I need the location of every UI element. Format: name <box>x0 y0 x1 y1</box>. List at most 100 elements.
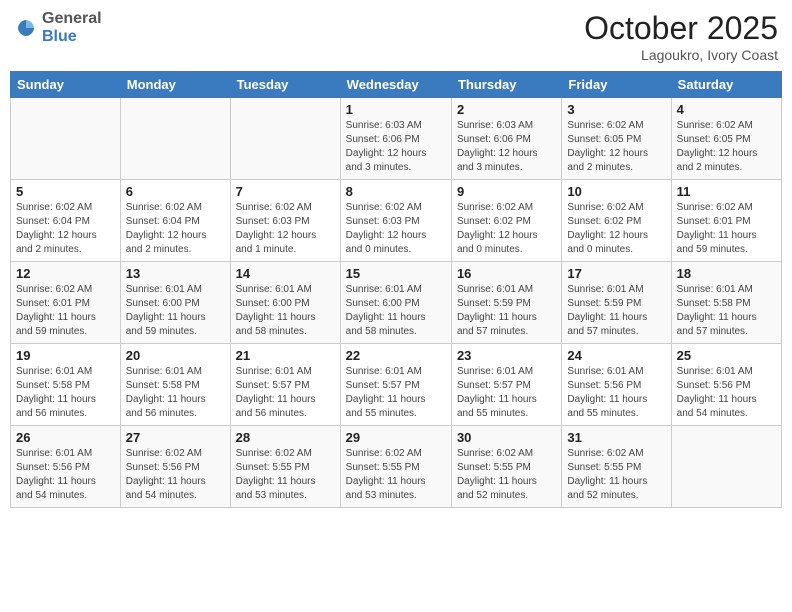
day-number: 6 <box>126 184 225 199</box>
day-number: 27 <box>126 430 225 445</box>
calendar-cell <box>671 426 781 508</box>
day-number: 19 <box>16 348 115 363</box>
day-number: 30 <box>457 430 556 445</box>
day-info: Sunrise: 6:02 AM Sunset: 6:05 PM Dayligh… <box>567 119 665 175</box>
calendar-week-row: 5 Sunrise: 6:02 AM Sunset: 6:04 PM Daylig… <box>11 180 782 262</box>
day-number: 15 <box>346 266 446 281</box>
logo: General Blue <box>14 10 102 45</box>
calendar-cell: 2 Sunrise: 6:03 AM Sunset: 6:06 PM Daylig… <box>451 98 561 180</box>
calendar-cell: 26 Sunrise: 6:01 AM Sunset: 5:56 PM Dayli… <box>11 426 121 508</box>
day-number: 18 <box>677 266 776 281</box>
weekday-header: Monday <box>120 72 230 98</box>
calendar-cell: 14Sunrise: 6:01 AM Sunset: 6:00 PM Dayli… <box>230 262 340 344</box>
day-number: 7 <box>236 184 335 199</box>
day-info: Sunrise: 6:02 AM Sunset: 6:03 PM Dayligh… <box>236 201 335 257</box>
calendar-cell: 30 Sunrise: 6:02 AM Sunset: 5:55 PM Dayli… <box>451 426 561 508</box>
calendar-cell: 20 Sunrise: 6:01 AM Sunset: 5:58 PM Dayli… <box>120 344 230 426</box>
day-number: 2 <box>457 102 556 117</box>
calendar-cell: 24 Sunrise: 6:01 AM Sunset: 5:56 PM Dayli… <box>562 344 671 426</box>
day-number: 5 <box>16 184 115 199</box>
logo-icon <box>14 16 38 40</box>
day-info: Sunrise: 6:01 AM Sunset: 5:56 PM Dayligh… <box>567 365 665 421</box>
calendar-cell: 23 Sunrise: 6:01 AM Sunset: 5:57 PM Dayli… <box>451 344 561 426</box>
day-number: 10 <box>567 184 665 199</box>
day-number: 16 <box>457 266 556 281</box>
day-info: Sunrise: 6:01 AM Sunset: 5:56 PM Dayligh… <box>16 447 115 503</box>
calendar-cell <box>120 98 230 180</box>
calendar-cell: 31 Sunrise: 6:02 AM Sunset: 5:55 PM Dayli… <box>562 426 671 508</box>
day-info: Sunrise: 6:01 AM Sunset: 5:56 PM Dayligh… <box>677 365 776 421</box>
day-info: Sunrise: 6:02 AM Sunset: 5:55 PM Dayligh… <box>457 447 556 503</box>
calendar-cell: 17 Sunrise: 6:01 AM Sunset: 5:59 PM Dayli… <box>562 262 671 344</box>
title-block: October 2025 Lagoukro, Ivory Coast <box>584 10 778 63</box>
day-number: 28 <box>236 430 335 445</box>
calendar-cell: 19 Sunrise: 6:01 AM Sunset: 5:58 PM Dayli… <box>11 344 121 426</box>
day-info: Sunrise: 6:01 AM Sunset: 5:58 PM Dayligh… <box>16 365 115 421</box>
calendar-cell: 13 Sunrise: 6:01 AM Sunset: 6:00 PM Dayli… <box>120 262 230 344</box>
weekday-header: Thursday <box>451 72 561 98</box>
day-info: Sunrise: 6:03 AM Sunset: 6:06 PM Dayligh… <box>457 119 556 175</box>
calendar-cell: 12Sunrise: 6:02 AM Sunset: 6:01 PM Dayli… <box>11 262 121 344</box>
calendar-cell: 7 Sunrise: 6:02 AM Sunset: 6:03 PM Daylig… <box>230 180 340 262</box>
day-info: Sunrise: 6:02 AM Sunset: 5:55 PM Dayligh… <box>567 447 665 503</box>
day-number: 26 <box>16 430 115 445</box>
calendar-cell: 9Sunrise: 6:02 AM Sunset: 6:02 PM Daylig… <box>451 180 561 262</box>
day-number: 11 <box>677 184 776 199</box>
day-info: Sunrise: 6:02 AM Sunset: 6:01 PM Dayligh… <box>677 201 776 257</box>
day-info: Sunrise: 6:02 AM Sunset: 5:55 PM Dayligh… <box>236 447 335 503</box>
day-info: Sunrise: 6:02 AM Sunset: 5:56 PM Dayligh… <box>126 447 225 503</box>
day-number: 8 <box>346 184 446 199</box>
calendar-cell: 4 Sunrise: 6:02 AM Sunset: 6:05 PM Daylig… <box>671 98 781 180</box>
calendar-cell: 25 Sunrise: 6:01 AM Sunset: 5:56 PM Dayli… <box>671 344 781 426</box>
calendar-cell: 5 Sunrise: 6:02 AM Sunset: 6:04 PM Daylig… <box>11 180 121 262</box>
day-info: Sunrise: 6:01 AM Sunset: 5:58 PM Dayligh… <box>126 365 225 421</box>
calendar-cell: 8Sunrise: 6:02 AM Sunset: 6:03 PM Daylig… <box>340 180 451 262</box>
day-number: 17 <box>567 266 665 281</box>
day-info: Sunrise: 6:02 AM Sunset: 6:05 PM Dayligh… <box>677 119 776 175</box>
page-header: General Blue October 2025 Lagoukro, Ivor… <box>10 10 782 63</box>
day-info: Sunrise: 6:01 AM Sunset: 5:57 PM Dayligh… <box>236 365 335 421</box>
day-info: Sunrise: 6:01 AM Sunset: 5:57 PM Dayligh… <box>346 365 446 421</box>
day-number: 23 <box>457 348 556 363</box>
day-info: Sunrise: 6:03 AM Sunset: 6:06 PM Dayligh… <box>346 119 446 175</box>
day-info: Sunrise: 6:01 AM Sunset: 5:59 PM Dayligh… <box>567 283 665 339</box>
day-info: Sunrise: 6:01 AM Sunset: 6:00 PM Dayligh… <box>126 283 225 339</box>
day-number: 12 <box>16 266 115 281</box>
day-number: 25 <box>677 348 776 363</box>
day-number: 1 <box>346 102 446 117</box>
day-info: Sunrise: 6:01 AM Sunset: 5:57 PM Dayligh… <box>457 365 556 421</box>
day-info: Sunrise: 6:01 AM Sunset: 6:00 PM Dayligh… <box>346 283 446 339</box>
day-info: Sunrise: 6:02 AM Sunset: 6:04 PM Dayligh… <box>16 201 115 257</box>
calendar-table: SundayMondayTuesdayWednesdayThursdayFrid… <box>10 71 782 508</box>
calendar-cell: 10 Sunrise: 6:02 AM Sunset: 6:02 PM Dayli… <box>562 180 671 262</box>
location-title: Lagoukro, Ivory Coast <box>584 47 778 63</box>
calendar-cell <box>230 98 340 180</box>
calendar-week-row: 19 Sunrise: 6:01 AM Sunset: 5:58 PM Dayli… <box>11 344 782 426</box>
day-number: 3 <box>567 102 665 117</box>
logo-blue: Blue <box>42 28 102 46</box>
day-info: Sunrise: 6:01 AM Sunset: 5:59 PM Dayligh… <box>457 283 556 339</box>
calendar-cell: 22Sunrise: 6:01 AM Sunset: 5:57 PM Dayli… <box>340 344 451 426</box>
day-info: Sunrise: 6:01 AM Sunset: 5:58 PM Dayligh… <box>677 283 776 339</box>
calendar-cell: 18 Sunrise: 6:01 AM Sunset: 5:58 PM Dayli… <box>671 262 781 344</box>
day-number: 20 <box>126 348 225 363</box>
weekday-header: Saturday <box>671 72 781 98</box>
day-info: Sunrise: 6:02 AM Sunset: 5:55 PM Dayligh… <box>346 447 446 503</box>
calendar-cell: 28 Sunrise: 6:02 AM Sunset: 5:55 PM Dayli… <box>230 426 340 508</box>
calendar-week-row: 1 Sunrise: 6:03 AM Sunset: 6:06 PM Daylig… <box>11 98 782 180</box>
weekday-header: Tuesday <box>230 72 340 98</box>
day-number: 14 <box>236 266 335 281</box>
day-number: 29 <box>346 430 446 445</box>
day-number: 24 <box>567 348 665 363</box>
calendar-cell: 11 Sunrise: 6:02 AM Sunset: 6:01 PM Dayli… <box>671 180 781 262</box>
logo-text: General Blue <box>42 10 102 45</box>
calendar-cell: 21 Sunrise: 6:01 AM Sunset: 5:57 PM Dayli… <box>230 344 340 426</box>
day-number: 4 <box>677 102 776 117</box>
month-title: October 2025 <box>584 10 778 47</box>
calendar-cell: 27 Sunrise: 6:02 AM Sunset: 5:56 PM Dayli… <box>120 426 230 508</box>
day-number: 31 <box>567 430 665 445</box>
day-number: 21 <box>236 348 335 363</box>
day-number: 13 <box>126 266 225 281</box>
day-info: Sunrise: 6:02 AM Sunset: 6:02 PM Dayligh… <box>567 201 665 257</box>
weekday-header: Wednesday <box>340 72 451 98</box>
